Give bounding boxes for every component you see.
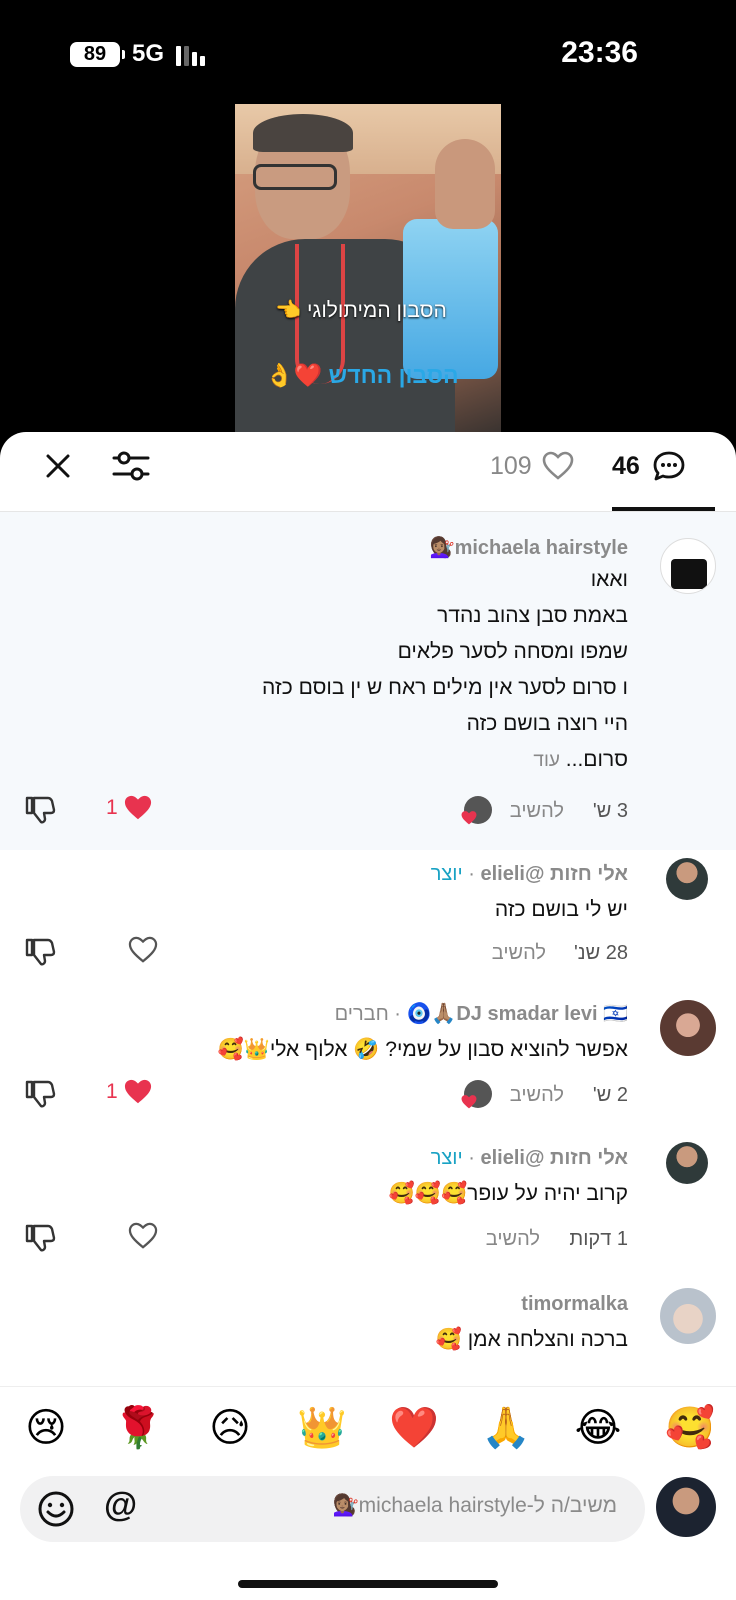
- heart-outline-icon: [542, 451, 574, 480]
- like-count: 1: [106, 1080, 118, 1103]
- emoji-button[interactable]: 😢: [16, 1405, 76, 1451]
- dislike-button[interactable]: [24, 1222, 58, 1256]
- sliders-icon: [112, 451, 150, 481]
- battery-indicator: 89: [70, 42, 125, 67]
- avatar[interactable]: [660, 538, 716, 594]
- comment-time: 2 ש': [592, 1084, 628, 1106]
- comment-item: timormalka ברכה והצלחה אמן 🥰: [0, 1276, 736, 1386]
- smiley-icon: [38, 1491, 74, 1527]
- comment-time: 28 שנ': [573, 942, 628, 964]
- filter-button[interactable]: [110, 448, 152, 484]
- comment-username[interactable]: אלי חזות @elieli: [480, 863, 628, 885]
- reply-button[interactable]: להשיב: [492, 942, 546, 965]
- heart-outline-icon: [128, 1222, 158, 1249]
- active-tab-indicator: [612, 507, 715, 511]
- comment-text: קרוב יהיה על עופר🥰🥰🥰: [388, 1182, 628, 1205]
- comment-username[interactable]: michaela hairstyle💇🏽‍♀️: [430, 537, 628, 559]
- emoji-button[interactable]: 😥: [200, 1405, 260, 1451]
- video-caption-1: הסבון המיתולוגי 👈: [275, 299, 447, 322]
- signal-icon: [176, 44, 205, 66]
- sheet-header: 109 46: [0, 432, 736, 512]
- mention-button[interactable]: @: [104, 1486, 137, 1525]
- comment-bubble-icon: [653, 451, 685, 481]
- comment-username[interactable]: אלי חזות @elieli: [480, 1147, 628, 1169]
- creator-liked-badge: [460, 796, 496, 830]
- clock: 23:36: [561, 36, 638, 69]
- like-button[interactable]: 1: [106, 794, 153, 822]
- creator-liked-badge: [460, 1080, 496, 1114]
- video-caption-2: הסבון החדש ❤️👌: [265, 362, 459, 388]
- reply-button[interactable]: להשיב: [510, 800, 564, 823]
- close-button[interactable]: [40, 448, 76, 484]
- avatar[interactable]: [660, 1000, 716, 1056]
- like-button[interactable]: [128, 936, 158, 964]
- like-count: 1: [106, 796, 118, 819]
- network-type: 5G: [132, 40, 165, 67]
- heart-outline-icon: [128, 936, 158, 963]
- dislike-button[interactable]: [24, 1078, 58, 1112]
- reply-button[interactable]: להשיב: [510, 1084, 564, 1107]
- comment-time: 3 ש': [592, 800, 628, 822]
- thumbs-down-icon: [25, 1224, 56, 1252]
- user-avatar: [656, 1477, 716, 1537]
- comment-input-placeholder: משיב/ה ל-michaela hairstyle💇🏽‍♀️: [332, 1494, 617, 1517]
- video-player[interactable]: הסבון המיתולוגי 👈 הסבון החדש ❤️👌: [235, 104, 501, 432]
- comment-input[interactable]: @ משיב/ה ל-michaela hairstyle💇🏽‍♀️: [20, 1476, 645, 1542]
- home-indicator: [238, 1580, 498, 1588]
- creator-label: יוצר: [430, 1147, 463, 1169]
- comment-username[interactable]: DJ smadar levi 🇮🇱🙏🏽🧿: [407, 1003, 628, 1025]
- comment-time: 1 דקות: [569, 1228, 628, 1250]
- see-more-link[interactable]: עוד: [533, 750, 560, 771]
- like-button[interactable]: [128, 1222, 158, 1250]
- likes-count: 109: [490, 451, 532, 480]
- comment-username[interactable]: timormalka: [521, 1293, 628, 1315]
- close-icon: [46, 454, 70, 478]
- comment-text: ברכה והצלחה אמן 🥰: [435, 1328, 628, 1351]
- tab-likes[interactable]: 109: [490, 446, 574, 486]
- emoji-button[interactable]: 👑: [292, 1404, 352, 1451]
- emoji-picker-button[interactable]: [36, 1489, 76, 1529]
- avatar[interactable]: [660, 1288, 716, 1344]
- quick-emoji-bar: 😢 🌹 😥 👑 ❤️ 🙏 😂 🥰: [0, 1386, 736, 1468]
- status-bar: 89 5G 23:36: [0, 0, 736, 105]
- emoji-button[interactable]: 😂: [568, 1405, 628, 1451]
- comment-text: יש לי בושם כזה: [494, 898, 628, 921]
- avatar[interactable]: [666, 1142, 708, 1184]
- reply-button[interactable]: להשיב: [486, 1228, 540, 1251]
- thumbs-down-icon: [25, 796, 56, 824]
- heart-filled-icon: [124, 795, 151, 820]
- dislike-button[interactable]: [24, 936, 58, 970]
- emoji-button[interactable]: 🥰: [660, 1404, 720, 1451]
- tab-comments[interactable]: 46: [612, 446, 686, 486]
- avatar[interactable]: [666, 858, 708, 900]
- comment-item: אלי חזות @elieli · יוצר יש לי בושם כזה 2…: [0, 850, 736, 990]
- emoji-button[interactable]: ❤️: [384, 1404, 444, 1451]
- comment-item: אלי חזות @elieli · יוצר קרוב יהיה על עופ…: [0, 1130, 736, 1276]
- comments-count: 46: [612, 451, 640, 480]
- creator-label: יוצר: [430, 863, 463, 885]
- comment-item: DJ smadar levi 🇮🇱🙏🏽🧿 · חברים אפשר להוציא…: [0, 990, 736, 1130]
- comment-text: ואאו באמת סבן צהוב נהדר שמפו ומסחה לסער …: [262, 568, 628, 771]
- thumbs-down-icon: [25, 1080, 56, 1108]
- comment-text: אפשר להוציא סבון על שמי? 🤣 אלוף אלי👑🥰: [217, 1038, 628, 1061]
- friends-label: חברים: [334, 1003, 389, 1025]
- dislike-button[interactable]: [24, 794, 58, 828]
- comments-sheet: 109 46 michaela hairstyle💇🏽‍♀️ ואאו באמת…: [0, 432, 736, 1600]
- like-button[interactable]: 1: [106, 1078, 153, 1106]
- emoji-button[interactable]: 🌹: [108, 1404, 168, 1451]
- comment-item: michaela hairstyle💇🏽‍♀️ ואאו באמת סבן צה…: [0, 512, 736, 850]
- thumbs-down-icon: [25, 938, 56, 966]
- emoji-button[interactable]: 🙏: [476, 1404, 536, 1451]
- heart-filled-icon: [124, 1079, 151, 1104]
